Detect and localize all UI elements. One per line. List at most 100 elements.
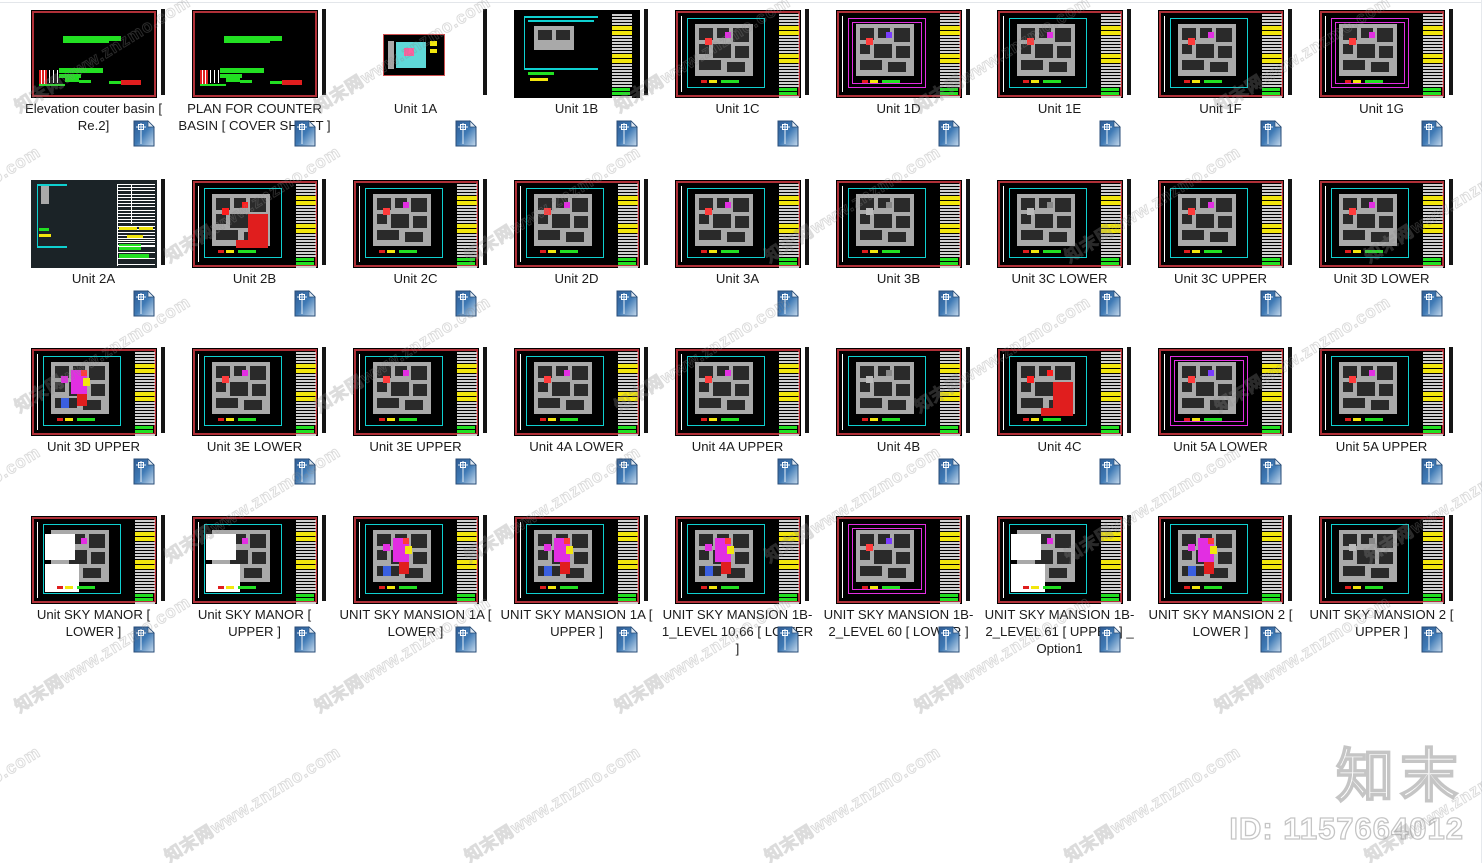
dwg-file-icon [294, 120, 316, 147]
file-cell[interactable]: Unit 2C [335, 170, 496, 338]
file-cell[interactable]: UNIT SKY MANSION 2 [ UPPER ] [1301, 506, 1462, 674]
file-thumbnail[interactable] [979, 8, 1140, 100]
file-thumbnail[interactable] [496, 178, 657, 270]
file-cell[interactable]: UNIT SKY MANSION 2 [ LOWER ] [1140, 506, 1301, 674]
file-cell[interactable]: Unit 3B [818, 170, 979, 338]
file-thumbnail[interactable] [1140, 514, 1301, 606]
file-cell[interactable]: Unit 3E UPPER [335, 338, 496, 506]
file-cell[interactable]: Unit 2A [13, 170, 174, 338]
file-cell[interactable]: Unit 4B [818, 338, 979, 506]
dwg-file-icon [938, 458, 960, 485]
file-cell[interactable]: Unit 3C LOWER [979, 170, 1140, 338]
file-cell[interactable]: Unit 1B [496, 0, 657, 168]
file-thumbnail[interactable] [657, 514, 818, 606]
file-thumbnail[interactable] [174, 8, 335, 100]
file-label: Unit 1E [1037, 101, 1082, 116]
thumbnail-separator [322, 179, 326, 265]
file-label: Unit 1F [1199, 101, 1242, 116]
file-cell[interactable]: Unit 1F [1140, 0, 1301, 168]
thumbnail-separator [966, 347, 970, 433]
thumbnail-separator [1127, 9, 1131, 95]
file-cell[interactable]: Unit 3D UPPER [13, 338, 174, 506]
dwg-file-icon [294, 290, 316, 317]
file-thumbnail[interactable] [335, 346, 496, 438]
file-thumbnail[interactable] [13, 514, 174, 606]
file-cell[interactable]: Unit 3C UPPER [1140, 170, 1301, 338]
file-thumbnail[interactable] [657, 346, 818, 438]
file-thumbnail[interactable] [1140, 346, 1301, 438]
file-thumbnail[interactable] [818, 346, 979, 438]
file-cell[interactable]: UNIT SKY MANSION 1B-2_LEVEL 61 [ UPPER ]… [979, 506, 1140, 674]
file-thumbnail[interactable] [979, 514, 1140, 606]
thumbnail-separator [644, 347, 648, 433]
file-cell[interactable]: UNIT SKY MANSION 1B-2_LEVEL 60 [ LOWER ] [818, 506, 979, 674]
file-thumbnail[interactable] [13, 346, 174, 438]
file-thumbnail[interactable] [979, 346, 1140, 438]
dwg-file-icon [294, 626, 316, 653]
file-thumbnail[interactable] [1140, 8, 1301, 100]
file-thumbnail[interactable] [1140, 178, 1301, 270]
dwg-file-icon [1260, 290, 1282, 317]
file-thumbnail-browser: Elevation couter basin [ Re.2] PLAN FOR C… [0, 0, 1482, 863]
file-thumbnail[interactable] [1301, 178, 1462, 270]
thumbnail-separator [483, 9, 487, 95]
file-thumbnail[interactable] [1301, 8, 1462, 100]
file-thumbnail[interactable] [496, 514, 657, 606]
file-thumbnail[interactable] [1301, 514, 1462, 606]
dwg-file-icon [294, 458, 316, 485]
file-thumbnail[interactable] [818, 8, 979, 100]
thumbnail-separator [1127, 347, 1131, 433]
file-cell[interactable]: Unit 4A UPPER [657, 338, 818, 506]
file-label: Unit 4A LOWER [529, 439, 624, 454]
file-label: Unit 3C LOWER [1011, 271, 1108, 286]
file-cell[interactable]: Unit 3E LOWER [174, 338, 335, 506]
dwg-file-icon [1421, 458, 1443, 485]
thumbnail-separator [483, 347, 487, 433]
dwg-file-icon [1421, 290, 1443, 317]
file-thumbnail[interactable] [818, 178, 979, 270]
file-thumbnail[interactable] [335, 8, 496, 100]
file-label: Unit 3D LOWER [1333, 271, 1430, 286]
file-cell[interactable]: Unit 3D LOWER [1301, 170, 1462, 338]
file-cell[interactable]: Unit SKY MANOR [ LOWER ] [13, 506, 174, 674]
file-cell[interactable]: Unit 1A [335, 0, 496, 168]
file-cell[interactable]: Unit 5A UPPER [1301, 338, 1462, 506]
file-cell[interactable]: Unit SKY MANOR [ UPPER ] [174, 506, 335, 674]
file-cell[interactable]: Unit 1C [657, 0, 818, 168]
file-thumbnail[interactable] [335, 178, 496, 270]
file-thumbnail[interactable] [174, 346, 335, 438]
file-cell[interactable]: Unit 1G [1301, 0, 1462, 168]
file-thumbnail[interactable] [1301, 346, 1462, 438]
file-thumbnail[interactable] [174, 178, 335, 270]
file-cell[interactable]: UNIT SKY MANSION 1A [ LOWER ] [335, 506, 496, 674]
file-thumbnail[interactable] [174, 514, 335, 606]
file-cell[interactable]: UNIT SKY MANSION 1A [ UPPER ] [496, 506, 657, 674]
dwg-file-icon [616, 120, 638, 147]
file-thumbnail[interactable] [657, 178, 818, 270]
file-cell[interactable]: Unit 1E [979, 0, 1140, 168]
file-cell[interactable]: Unit 2D [496, 170, 657, 338]
file-thumbnail[interactable] [13, 178, 174, 270]
dwg-file-icon [133, 120, 155, 147]
file-thumbnail[interactable] [496, 346, 657, 438]
file-cell[interactable]: UNIT SKY MANSION 1B-1_LEVEL 10,66 [ LOWE… [657, 506, 818, 674]
file-cell[interactable]: Unit 1D [818, 0, 979, 168]
file-thumbnail[interactable] [496, 8, 657, 100]
dwg-file-icon [1260, 458, 1282, 485]
file-thumbnail[interactable] [657, 8, 818, 100]
file-cell[interactable]: PLAN FOR COUNTER BASIN [ COVER SHEET ] [174, 0, 335, 168]
file-cell[interactable]: Unit 4C [979, 338, 1140, 506]
file-thumbnail[interactable] [979, 178, 1140, 270]
file-cell[interactable]: Unit 3A [657, 170, 818, 338]
file-cell[interactable]: Unit 2B [174, 170, 335, 338]
file-thumbnail[interactable] [818, 514, 979, 606]
thumbnail-separator [805, 179, 809, 265]
file-thumbnail[interactable] [13, 8, 174, 100]
file-cell[interactable]: Unit 4A LOWER [496, 338, 657, 506]
dwg-file-icon [1260, 626, 1282, 653]
file-cell[interactable]: Elevation couter basin [ Re.2] [13, 0, 174, 168]
file-thumbnail[interactable] [335, 514, 496, 606]
file-cell[interactable]: Unit 5A LOWER [1140, 338, 1301, 506]
thumbnail-separator [644, 179, 648, 265]
dwg-file-icon [777, 626, 799, 653]
